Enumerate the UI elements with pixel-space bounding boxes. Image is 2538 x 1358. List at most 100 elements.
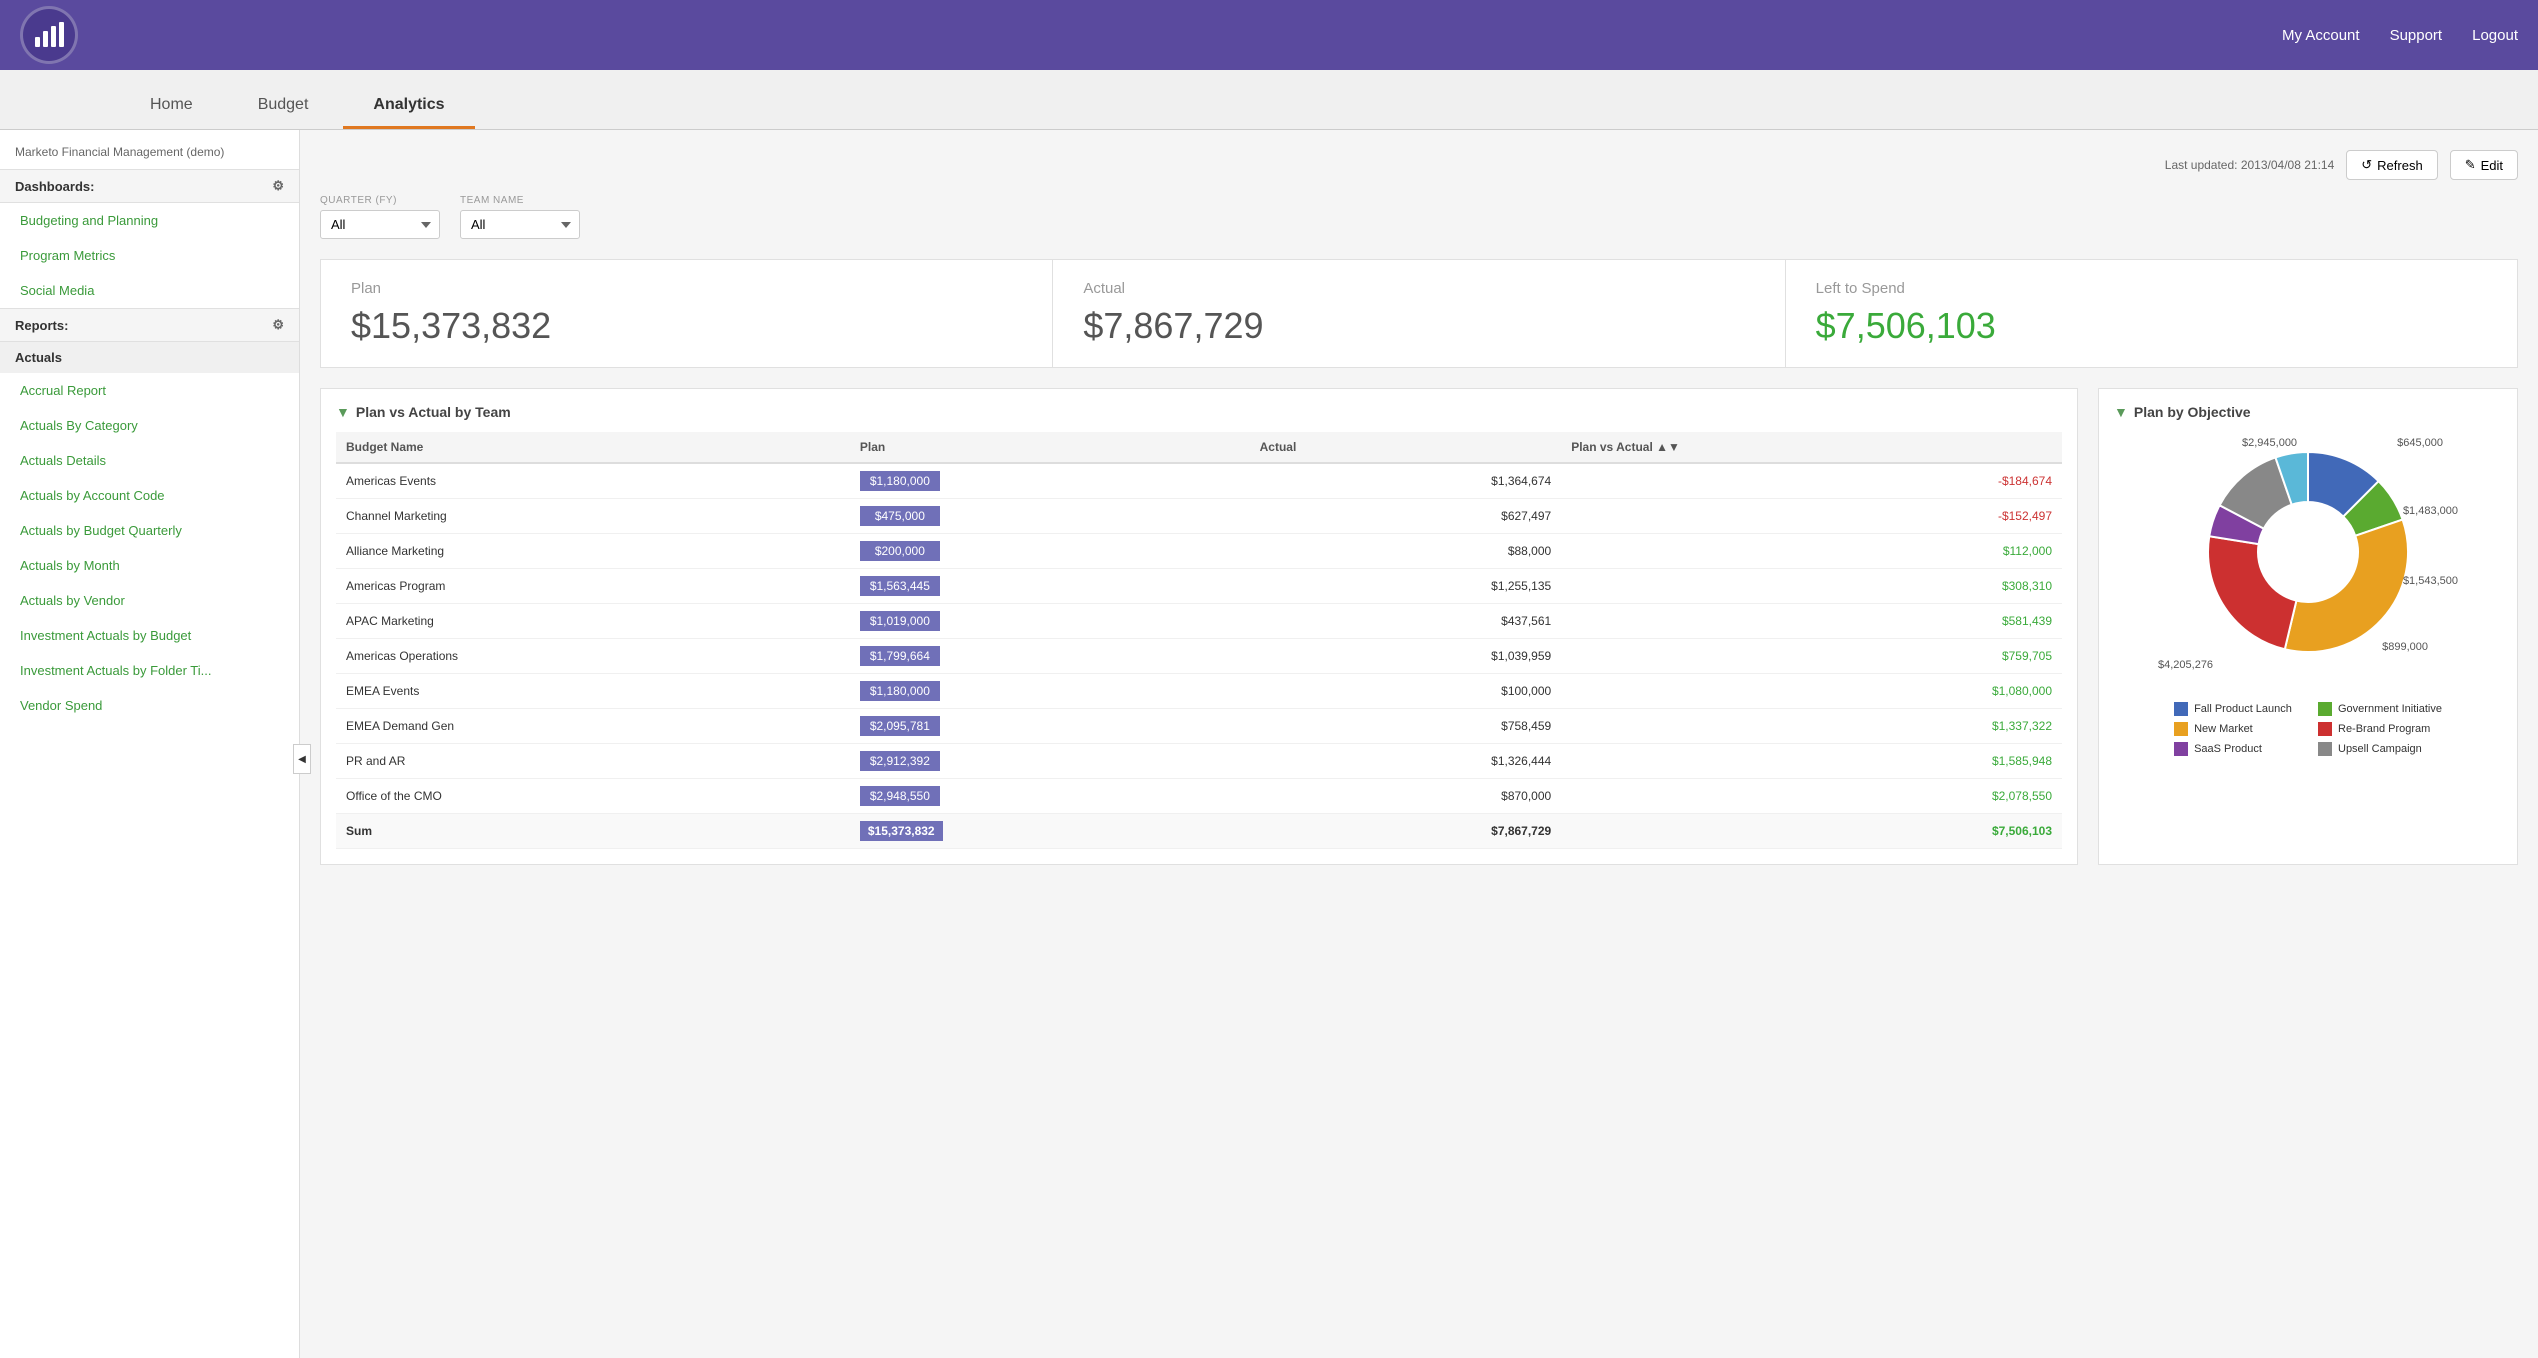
filter-icon-1: ▼ (336, 404, 350, 420)
legend-item-0: Fall Product Launch (2174, 702, 2298, 716)
dashboards-section-header: Dashboards: ⚙ (0, 169, 299, 203)
quarter-label: QUARTER (FY) (320, 195, 440, 206)
cell-sum-actual: $7,867,729 (1250, 814, 1562, 849)
cell-plan: $1,180,000 (850, 674, 1250, 709)
cell-diff: $112,000 (1561, 534, 2062, 569)
legend-item-3: Re-Brand Program (2318, 722, 2442, 736)
sidebar-item-actuals-account-code[interactable]: Actuals by Account Code (0, 478, 299, 513)
table-row: Americas Program $1,563,445 $1,255,135 $… (336, 569, 2062, 604)
table-row: APAC Marketing $1,019,000 $437,561 $581,… (336, 604, 2062, 639)
plan-vs-actual-card: ▼ Plan vs Actual by Team Budget Name Pla… (320, 388, 2078, 865)
refresh-button[interactable]: ↺ Refresh (2346, 150, 2437, 180)
support-link[interactable]: Support (2390, 27, 2443, 44)
legend-dot-2 (2174, 722, 2188, 736)
legend-dot-5 (2318, 742, 2332, 756)
cell-sum-plan: $15,373,832 (850, 814, 1250, 849)
plan-by-objective-title: ▼ Plan by Objective (2114, 404, 2502, 420)
sidebar-item-actuals-by-category[interactable]: Actuals By Category (0, 408, 299, 443)
col-budget-name: Budget Name (336, 432, 850, 463)
col-plan-vs-actual[interactable]: Plan vs Actual ▲▼ (1561, 432, 2062, 463)
sidebar-item-actuals-by-month[interactable]: Actuals by Month (0, 548, 299, 583)
charts-row: ▼ Plan vs Actual by Team Budget Name Pla… (320, 388, 2518, 865)
donut-outer-label-3: $1,543,500 (2403, 575, 2458, 587)
nav-tabs-bar: Home Budget Analytics (0, 70, 2538, 130)
cell-actual: $870,000 (1250, 779, 1562, 814)
cell-budget-name: Alliance Marketing (336, 534, 850, 569)
cell-actual: $627,497 (1250, 499, 1562, 534)
kpi-left-to-spend: Left to Spend $7,506,103 (1786, 260, 2517, 367)
donut-outer-label-0: $2,945,000 (2242, 437, 2297, 449)
actuals-label: Actuals (0, 342, 299, 373)
kpi-plan: Plan $15,373,832 (321, 260, 1053, 367)
sidebar-item-vendor-spend[interactable]: Vendor Spend (0, 688, 299, 723)
edit-icon: ✎ (2465, 157, 2476, 173)
cell-plan: $200,000 (850, 534, 1250, 569)
edit-button[interactable]: ✎ Edit (2450, 150, 2518, 180)
cell-plan: $1,799,664 (850, 639, 1250, 674)
logout-link[interactable]: Logout (2472, 27, 2518, 44)
cell-actual: $758,459 (1250, 709, 1562, 744)
cell-plan: $1,563,445 (850, 569, 1250, 604)
sidebar-item-actuals-budget-quarterly[interactable]: Actuals by Budget Quarterly (0, 513, 299, 548)
cell-actual: $1,255,135 (1250, 569, 1562, 604)
legend-item-5: Upsell Campaign (2318, 742, 2442, 756)
sidebar-item-investment-actuals-budget[interactable]: Investment Actuals by Budget (0, 618, 299, 653)
sidebar: Marketo Financial Management (demo) Dash… (0, 130, 300, 1358)
legend-dot-0 (2174, 702, 2188, 716)
legend-label-2: New Market (2194, 723, 2253, 735)
cell-sum-diff: $7,506,103 (1561, 814, 2062, 849)
legend-label-0: Fall Product Launch (2194, 703, 2292, 715)
breadcrumb: Marketo Financial Management (demo) (0, 145, 299, 169)
table-row: Office of the CMO $2,948,550 $870,000 $2… (336, 779, 2062, 814)
table-row: PR and AR $2,912,392 $1,326,444 $1,585,9… (336, 744, 2062, 779)
cell-actual: $437,561 (1250, 604, 1562, 639)
sidebar-item-social-media[interactable]: Social Media (0, 273, 299, 308)
top-nav-links: My Account Support Logout (2282, 27, 2518, 44)
tab-home[interactable]: Home (120, 84, 223, 129)
cell-actual: $1,364,674 (1250, 463, 1562, 499)
cell-budget-name: Americas Events (336, 463, 850, 499)
reports-gear-icon[interactable]: ⚙ (272, 317, 284, 333)
donut-legend: Fall Product Launch Government Initiativ… (2174, 702, 2442, 756)
cell-budget-name: PR and AR (336, 744, 850, 779)
sidebar-collapse-button[interactable]: ◀ (293, 744, 311, 774)
tab-analytics[interactable]: Analytics (343, 84, 474, 129)
dashboards-label: Dashboards: (15, 179, 94, 194)
cell-budget-name: Americas Program (336, 569, 850, 604)
sidebar-item-actuals-details[interactable]: Actuals Details (0, 443, 299, 478)
cell-diff: -$152,497 (1561, 499, 2062, 534)
tab-budget[interactable]: Budget (228, 84, 339, 129)
cell-budget-name: Americas Operations (336, 639, 850, 674)
kpi-actual-value: $7,867,729 (1083, 305, 1754, 347)
my-account-link[interactable]: My Account (2282, 27, 2360, 44)
donut-outer-label-1: $645,000 (2397, 437, 2443, 449)
table-row: EMEA Events $1,180,000 $100,000 $1,080,0… (336, 674, 2062, 709)
legend-label-5: Upsell Campaign (2338, 743, 2422, 755)
legend-item-2: New Market (2174, 722, 2298, 736)
cell-plan: $2,912,392 (850, 744, 1250, 779)
cell-diff: $2,078,550 (1561, 779, 2062, 814)
sidebar-item-accrual-report[interactable]: Accrual Report (0, 373, 299, 408)
kpi-actual-label: Actual (1083, 280, 1754, 297)
cell-budget-name: Office of the CMO (336, 779, 850, 814)
table-row: Alliance Marketing $200,000 $88,000 $112… (336, 534, 2062, 569)
team-select[interactable]: All (460, 210, 580, 239)
dashboards-gear-icon[interactable]: ⚙ (272, 178, 284, 194)
cell-diff: $1,337,322 (1561, 709, 2062, 744)
reports-label: Reports: (15, 318, 68, 333)
legend-item-4: SaaS Product (2174, 742, 2298, 756)
logo (20, 6, 78, 64)
sidebar-item-investment-actuals-folder[interactable]: Investment Actuals by Folder Ti... (0, 653, 299, 688)
plan-by-objective-card: ▼ Plan by Objective $2,945,000 $645,000 $1… (2098, 388, 2518, 865)
legend-label-4: SaaS Product (2194, 743, 2262, 755)
quarter-filter-group: QUARTER (FY) All (320, 195, 440, 239)
cell-diff: $581,439 (1561, 604, 2062, 639)
sidebar-item-actuals-by-vendor[interactable]: Actuals by Vendor (0, 583, 299, 618)
cell-budget-name: EMEA Events (336, 674, 850, 709)
quarter-select[interactable]: All (320, 210, 440, 239)
cell-actual: $1,326,444 (1250, 744, 1562, 779)
sidebar-item-budgeting[interactable]: Budgeting and Planning (0, 203, 299, 238)
sidebar-item-program-metrics[interactable]: Program Metrics (0, 238, 299, 273)
legend-label-3: Re-Brand Program (2338, 723, 2430, 735)
cell-budget-name: Channel Marketing (336, 499, 850, 534)
